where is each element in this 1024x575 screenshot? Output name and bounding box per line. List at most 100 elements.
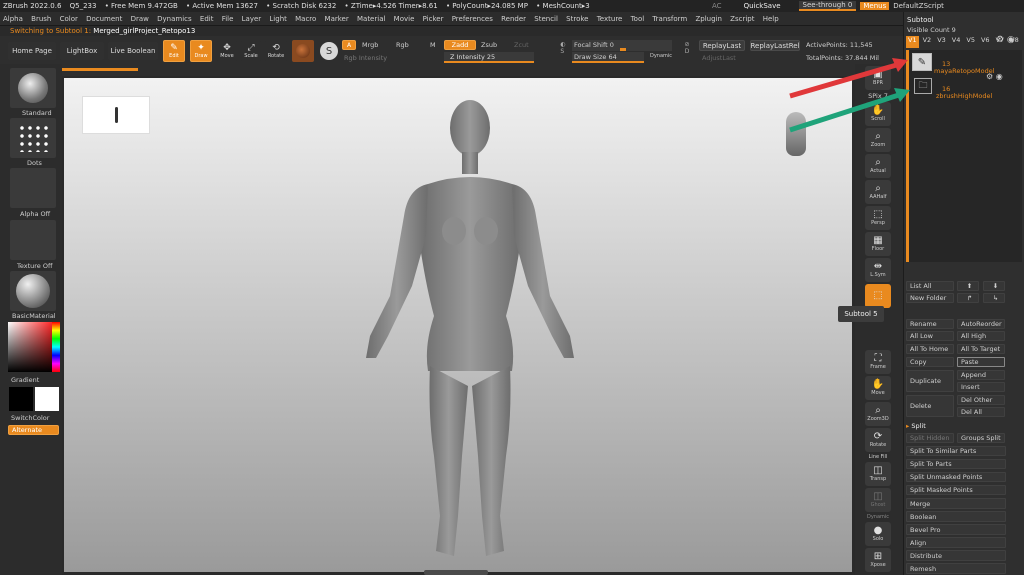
dynamic-toggle[interactable]: Dynamic xyxy=(650,53,672,59)
subtool-title[interactable]: Subtool xyxy=(907,16,934,24)
adjust-last-button[interactable]: AdjustLast xyxy=(702,54,736,62)
menu-preferences[interactable]: Preferences xyxy=(449,12,496,25)
figure-model[interactable] xyxy=(330,96,610,568)
all-low-button[interactable]: All Low xyxy=(906,331,954,341)
line-fill-label[interactable]: Line Fill xyxy=(869,454,888,460)
groups-split-button[interactable]: Groups Split xyxy=(957,433,1005,443)
menu-color[interactable]: Color xyxy=(57,12,81,25)
copy-button[interactable]: Copy xyxy=(906,357,954,367)
split-hidden-button[interactable]: Split Hidden xyxy=(906,433,954,443)
subtool-item-2-name[interactable]: zbrushHighModel xyxy=(936,92,992,100)
split-section-header[interactable]: ▸ Split xyxy=(906,422,926,430)
transp-button[interactable]: ◫ Transp xyxy=(865,462,891,486)
actual-button[interactable]: ⌕ Actual xyxy=(865,154,891,178)
menu-stencil[interactable]: Stencil xyxy=(531,12,561,25)
menu-document[interactable]: Document xyxy=(83,12,125,25)
menu-macro[interactable]: Macro xyxy=(292,12,319,25)
move-mode-button[interactable]: ✥ Move xyxy=(216,40,238,62)
subtool-settings-icons[interactable]: ⚙ ◉ xyxy=(996,35,1015,45)
rotate-view-button[interactable]: ⟳ Rotate xyxy=(865,428,891,452)
menu-draw[interactable]: Draw xyxy=(128,12,152,25)
alpha-thumb[interactable] xyxy=(10,168,56,208)
persp-button[interactable]: ⬚ Persp xyxy=(865,206,891,230)
arrow-up-right-button[interactable]: ↱ xyxy=(957,293,979,303)
menu-tool[interactable]: Tool xyxy=(628,12,648,25)
duplicate-button[interactable]: Duplicate xyxy=(906,370,954,392)
version-v4[interactable]: V4 xyxy=(950,36,963,48)
default-zscript-button[interactable]: DefaultZScript xyxy=(893,2,944,10)
zadd-toggle[interactable]: Zadd xyxy=(444,40,476,50)
aahalf-button[interactable]: ⌕ AAHalf xyxy=(865,180,891,204)
focal-shift-slider[interactable]: Focal Shift 0 xyxy=(572,40,672,51)
brush-icon[interactable]: S xyxy=(320,42,338,60)
menu-stroke[interactable]: Stroke xyxy=(563,12,591,25)
arrow-down-right-button[interactable]: ↳ xyxy=(983,293,1005,303)
polyframe-button[interactable]: ⬚ xyxy=(865,284,891,308)
move-view-button[interactable]: ✋ Move xyxy=(865,376,891,400)
menu-marker[interactable]: Marker xyxy=(322,12,352,25)
scale-mode-button[interactable]: ⤢ Scale xyxy=(240,40,262,62)
edit-mode-button[interactable]: ✎ Edit xyxy=(163,40,185,62)
del-other-button[interactable]: Del Other xyxy=(957,395,1005,405)
split-to-parts-button[interactable]: Split To Parts xyxy=(906,459,1006,469)
subtool-item-1-icons[interactable]: ⚙ ◉ xyxy=(986,72,1003,81)
draw-size-slider[interactable]: Draw Size 64 xyxy=(572,52,644,63)
split-unmasked-points-button[interactable]: Split Unmasked Points xyxy=(906,472,1006,482)
draw-mode-button[interactable]: ✦ Draw xyxy=(190,40,212,62)
home-page-button[interactable]: Home Page xyxy=(8,42,56,60)
menu-light[interactable]: Light xyxy=(266,12,289,25)
zsub-toggle[interactable]: Zsub xyxy=(481,41,497,49)
all-high-button[interactable]: All High xyxy=(957,331,1005,341)
menu-movie[interactable]: Movie xyxy=(391,12,418,25)
menu-help[interactable]: Help xyxy=(760,12,782,25)
remesh-button[interactable]: Remesh xyxy=(906,563,1006,574)
menus-button[interactable]: Menus xyxy=(860,2,890,10)
all-to-home-button[interactable]: All To Home xyxy=(906,344,954,354)
menu-transform[interactable]: Transform xyxy=(649,12,690,25)
all-to-target-button[interactable]: All To Target xyxy=(957,344,1005,354)
rename-button[interactable]: Rename xyxy=(906,319,954,329)
floor-button[interactable]: ▦ Floor xyxy=(865,232,891,256)
switchcolor-label[interactable]: SwitchColor xyxy=(11,414,49,422)
brush-preview-button[interactable] xyxy=(292,40,314,62)
m-toggle[interactable]: M xyxy=(430,41,436,49)
frame-button[interactable]: ⛶ Frame xyxy=(865,350,891,374)
menu-texture[interactable]: Texture xyxy=(594,12,626,25)
menu-layer[interactable]: Layer xyxy=(239,12,265,25)
secondary-color-swatch[interactable] xyxy=(9,387,33,411)
live-boolean-button[interactable]: Live Boolean xyxy=(108,42,158,60)
zoom3d-button[interactable]: ⌕ Zoom3D xyxy=(865,402,891,426)
visible-count[interactable]: Visible Count 9 xyxy=(907,26,956,34)
paste-button[interactable]: Paste xyxy=(957,357,1005,367)
version-v5[interactable]: V5 xyxy=(964,36,977,48)
replay-last-button[interactable]: ReplayLast xyxy=(699,40,745,51)
new-folder-button[interactable]: New Folder xyxy=(906,293,954,303)
menu-picker[interactable]: Picker xyxy=(420,12,447,25)
menu-file[interactable]: File xyxy=(219,12,237,25)
list-all-button[interactable]: List All xyxy=(906,281,954,291)
texture-thumb[interactable] xyxy=(10,220,56,260)
align-button[interactable]: Align xyxy=(906,537,1006,548)
solo-button[interactable]: ● Solo xyxy=(865,522,891,546)
menu-material[interactable]: Material xyxy=(354,12,388,25)
delete-button[interactable]: Delete xyxy=(906,395,954,417)
menu-dynamics[interactable]: Dynamics xyxy=(154,12,195,25)
distribute-button[interactable]: Distribute xyxy=(906,550,1006,561)
xpose-button[interactable]: ⊞ Xpose xyxy=(865,548,891,572)
version-v1[interactable]: V1 xyxy=(906,36,919,48)
menu-zscript[interactable]: Zscript xyxy=(727,12,757,25)
ghost-button[interactable]: ◫ Ghost xyxy=(865,488,891,512)
move-up-button[interactable]: ⬆ xyxy=(957,281,979,291)
menu-alpha[interactable]: Alpha xyxy=(0,12,26,25)
a-toggle[interactable]: A xyxy=(342,40,356,50)
split-masked-points-button[interactable]: Split Masked Points xyxy=(906,485,1006,495)
autoreorder-button[interactable]: AutoReorder xyxy=(957,319,1005,329)
append-button[interactable]: Append xyxy=(957,370,1005,380)
standard-brush-thumb[interactable] xyxy=(10,68,56,108)
move-down-button[interactable]: ⬇ xyxy=(983,281,1005,291)
insert-button[interactable]: Insert xyxy=(957,382,1005,392)
lightbox-button[interactable]: LightBox xyxy=(60,42,104,60)
menu-render[interactable]: Render xyxy=(498,12,529,25)
hue-strip[interactable] xyxy=(52,322,60,372)
zcut-toggle[interactable]: Zcut xyxy=(514,41,529,49)
